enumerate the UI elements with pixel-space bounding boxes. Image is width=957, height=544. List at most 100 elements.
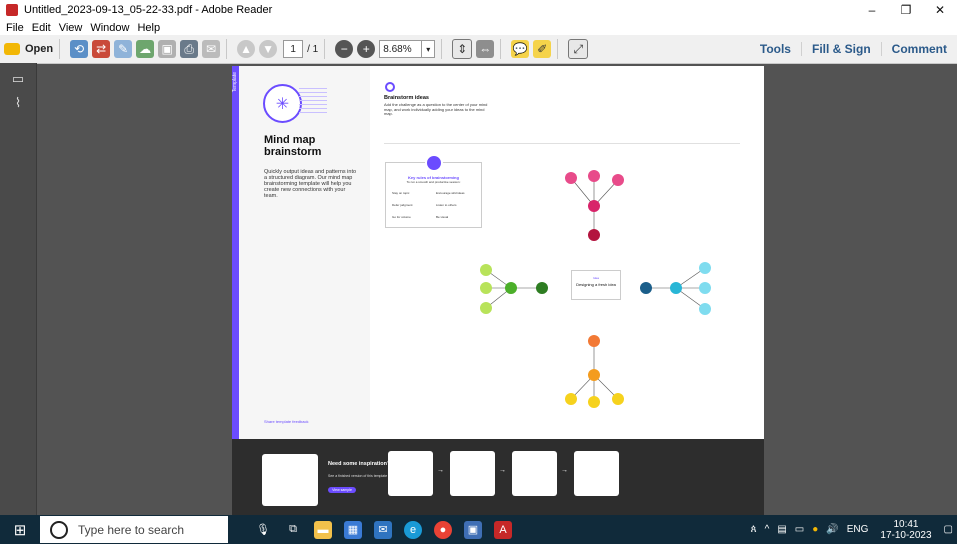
mail-icon[interactable]: ✉ <box>374 520 392 539</box>
network-icon[interactable]: ▤ <box>777 524 786 535</box>
window-title: Untitled_2023-09-13_05-22-33.pdf - Adobe… <box>24 4 273 16</box>
store-icon[interactable]: ▦ <box>344 520 362 539</box>
zoom-value[interactable]: 8.68% <box>379 40 423 58</box>
comment-button[interactable]: 💬 <box>511 38 530 60</box>
toolbar-separator <box>59 39 61 59</box>
inspiration-title: Need some inspiration? <box>328 461 391 467</box>
people-icon[interactable]: ጰ <box>751 524 757 535</box>
microphone-icon[interactable]: 🎙 <box>254 521 272 539</box>
plus-icon: + <box>357 40 376 58</box>
search-placeholder: Type here to search <box>78 522 185 537</box>
page-input[interactable]: 1 <box>283 40 304 58</box>
print-button[interactable]: ⎙ <box>180 38 199 60</box>
upload-button[interactable]: ☁ <box>136 38 155 60</box>
menu-file[interactable]: File <box>6 22 24 34</box>
template-title: Mind map brainstorm <box>264 134 364 158</box>
window-controls: – ❐ ✕ <box>855 0 957 20</box>
step-thumbnail <box>574 451 619 496</box>
taskbar-pinned-apps: 🎙 ⧉ ▬ ▦ ✉ e ● ▣ A <box>248 520 518 539</box>
printer-icon: ⎙ <box>180 40 199 58</box>
task-view-icon[interactable]: ⧉ <box>284 521 302 539</box>
edit-pdf-icon: ✎ <box>114 40 133 58</box>
clock-time: 10:41 <box>893 518 919 530</box>
open-button[interactable]: Open <box>4 38 53 60</box>
page-number-field[interactable]: 1 / 1 <box>283 38 318 60</box>
mind-map-board: Brainstorm ideas Add the challenge as a … <box>372 66 764 439</box>
finished-sample-thumbnail <box>262 454 318 506</box>
speech-bubble-icon: 💬 <box>511 40 530 58</box>
central-idea-text: Designing a fresh idea <box>576 282 616 287</box>
clock-date: 17-10-2023 <box>880 529 932 541</box>
chevron-down-icon[interactable]: ▾ <box>422 40 436 58</box>
arrow-right-icon: → <box>561 467 568 474</box>
file-explorer-icon[interactable]: ▬ <box>314 520 332 539</box>
share-feedback-link[interactable]: Share template feedback <box>264 419 308 424</box>
zoom-select[interactable]: 8.68% ▾ <box>379 38 436 60</box>
prev-page-button[interactable]: ▲ <box>237 38 256 60</box>
fit-page-icon: ⇕ <box>452 39 473 59</box>
restore-button[interactable]: ❐ <box>889 0 923 20</box>
menu-window[interactable]: Window <box>90 22 129 34</box>
app-tray-icon[interactable]: ● <box>812 524 818 535</box>
export-pdf-icon: ⇄ <box>92 40 111 58</box>
toolbar-separator <box>441 39 443 59</box>
fit-width-button[interactable]: ⇔ <box>476 38 495 60</box>
fill-sign-link[interactable]: Fill & Sign <box>800 42 881 56</box>
arrow-up-icon: ▲ <box>237 40 256 58</box>
mind-map-icon: ✳ <box>263 84 302 123</box>
edit-pdf-button[interactable]: ✎ <box>114 38 133 60</box>
save-icon: ▣ <box>158 40 177 58</box>
menu-view[interactable]: View <box>59 22 83 34</box>
arrow-right-icon: → <box>437 467 444 474</box>
minus-icon: − <box>335 40 354 58</box>
tools-link[interactable]: Tools <box>750 42 801 56</box>
highlight-button[interactable]: ✐ <box>533 38 552 60</box>
step-thumbnail <box>450 451 495 496</box>
expand-icon: ⤢ <box>568 39 589 59</box>
app-icon[interactable]: ▣ <box>464 520 482 539</box>
volume-icon[interactable]: 🔊 <box>826 524 838 535</box>
chevron-up-icon[interactable]: ^ <box>765 524 770 535</box>
view-sample-button[interactable]: View sample <box>328 487 356 493</box>
fullscreen-button[interactable]: ⤢ <box>568 38 589 60</box>
adobe-reader-icon <box>6 4 18 16</box>
comment-link[interactable]: Comment <box>880 42 957 56</box>
navigation-pane: ▭ ⌇ <box>0 63 37 515</box>
toolbar-separator <box>500 39 502 59</box>
email-button[interactable]: ✉ <box>202 38 221 60</box>
notification-icon[interactable]: ▢ <box>944 524 953 535</box>
menu-edit[interactable]: Edit <box>32 22 51 34</box>
mind-map-diagram <box>480 170 711 408</box>
step-thumbnail <box>388 451 433 496</box>
toolbar-separator <box>557 39 559 59</box>
toolbar-separator <box>226 39 228 59</box>
right-pane-links: Tools Fill & Sign Comment <box>750 35 957 63</box>
adobe-reader-taskbar-icon[interactable]: A <box>494 520 512 539</box>
save-button[interactable]: ▣ <box>158 38 177 60</box>
taskbar-search-box[interactable]: Type here to search <box>40 516 228 543</box>
page-total: / 1 <box>307 43 319 55</box>
attachment-icon[interactable]: ⌇ <box>10 95 26 111</box>
template-description: Quickly output ideas and patterns into a… <box>264 169 357 199</box>
arrow-right-icon: → <box>499 467 506 474</box>
export-pdf-button[interactable]: ⇄ <box>92 38 111 60</box>
system-tray: ጰ ^ ▤ ▭ ● 🔊 ENG 10:41 17-10-2023 ▢ <box>747 515 957 544</box>
folder-icon <box>4 43 20 55</box>
menu-help[interactable]: Help <box>137 22 160 34</box>
language-indicator[interactable]: ENG <box>847 524 869 535</box>
close-button[interactable]: ✕ <box>923 0 957 20</box>
fit-page-button[interactable]: ⇕ <box>452 38 473 60</box>
template-tag: Template <box>232 72 238 93</box>
windows-start-icon[interactable]: ⊞ <box>0 515 40 544</box>
create-pdf-button[interactable]: ⟲ <box>70 38 89 60</box>
pdf-page: Template ✳ Mind map brainstorm Quickly o… <box>232 66 764 516</box>
zoom-out-button[interactable]: − <box>335 38 354 60</box>
edge-icon[interactable]: e <box>404 520 422 539</box>
chrome-icon[interactable]: ● <box>434 520 452 539</box>
page-thumbnails-icon[interactable]: ▭ <box>10 71 26 87</box>
next-page-button[interactable]: ▼ <box>259 38 278 60</box>
clock[interactable]: 10:41 17-10-2023 <box>880 519 931 541</box>
battery-icon[interactable]: ▭ <box>795 524 804 535</box>
zoom-in-button[interactable]: + <box>357 38 376 60</box>
minimize-button[interactable]: – <box>855 0 889 20</box>
